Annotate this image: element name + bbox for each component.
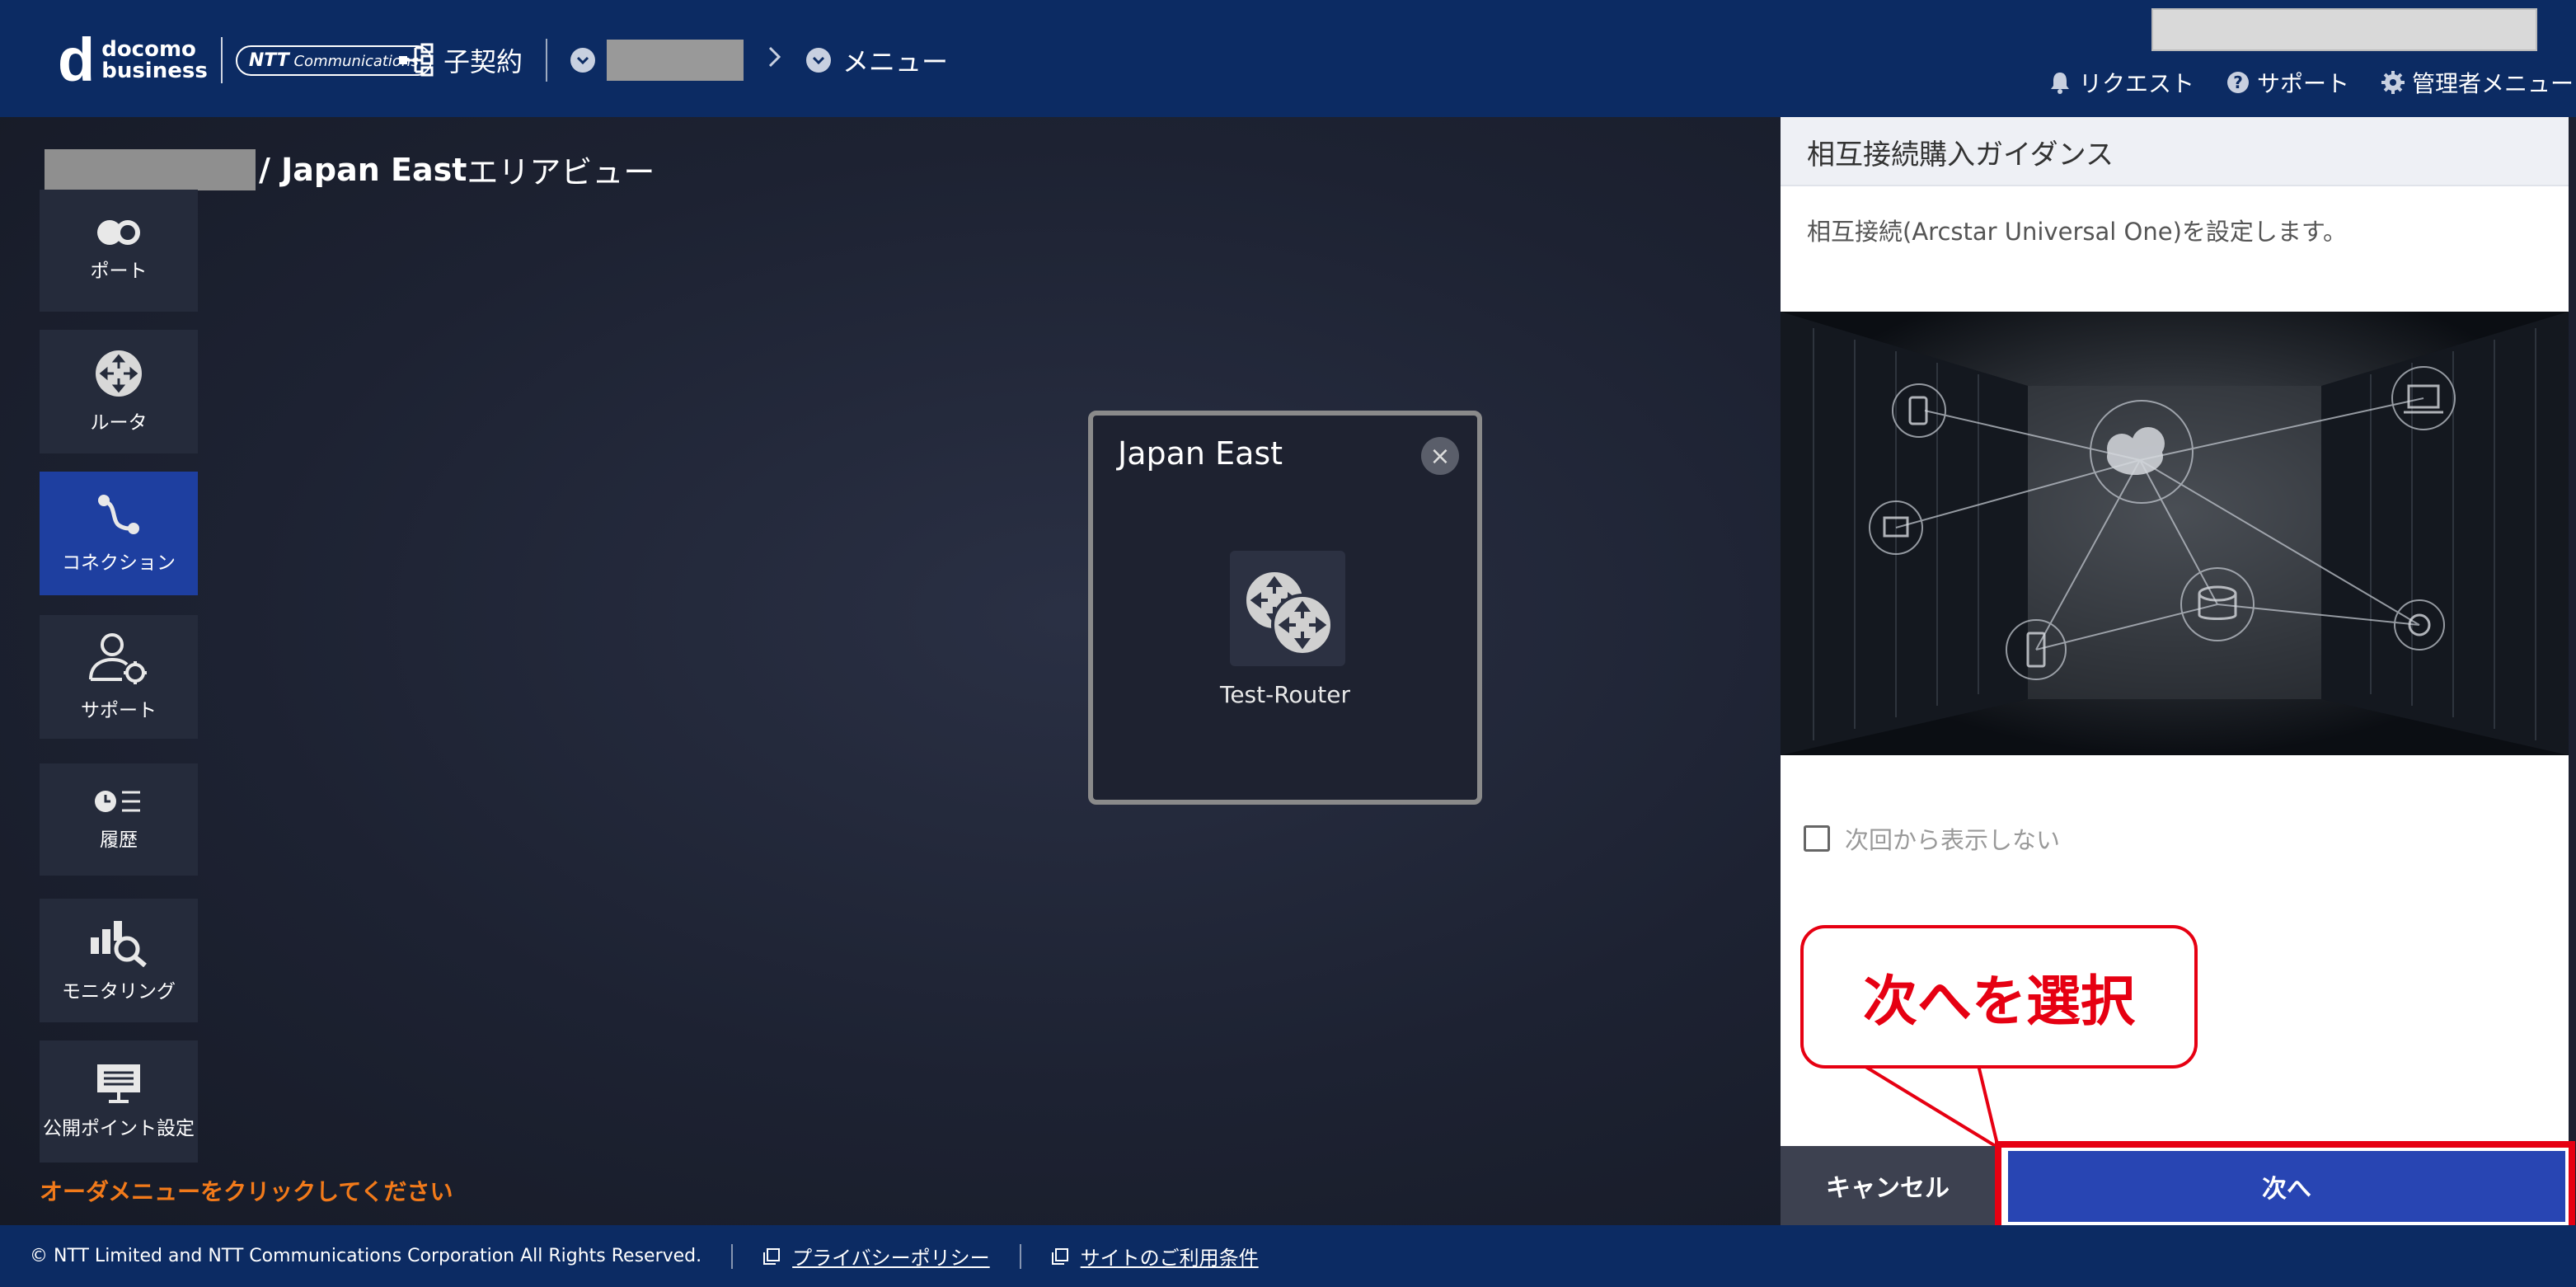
sidebar-item-connection[interactable]: コネクション (40, 472, 198, 595)
dont-show-again-checkbox[interactable] (1804, 825, 1830, 852)
sidebar-item-label: サポート (81, 700, 157, 721)
connection-icon (98, 495, 139, 534)
privacy-policy-label: プライバシーポリシー (792, 1247, 990, 1270)
area-popup-japan-east: Japan East × Test-Router (1088, 411, 1482, 805)
nav-admin-menu[interactable]: 管理者メニュー (2381, 66, 2574, 99)
hierarchy-icon (397, 41, 435, 79)
support-user-icon (89, 633, 147, 684)
port-icon (97, 220, 140, 245)
logo-d-mark: d (58, 26, 96, 94)
breadcrumb-menu[interactable]: メニュー (842, 41, 948, 79)
chevron-down-icon[interactable] (570, 48, 596, 73)
terms-of-use-label: サイトのご利用条件 (1080, 1247, 1259, 1270)
router-name[interactable]: Test-Router (1093, 681, 1477, 708)
nav-admin-menu-label: 管理者メニュー (2412, 70, 2574, 97)
help-icon: ? (2227, 72, 2250, 93)
nav-request-label: リクエスト (2079, 70, 2195, 97)
copyright-text: © NTT Limited and NTT Communications Cor… (30, 1246, 702, 1266)
monitoring-icon (91, 921, 147, 967)
svg-text:?: ? (2233, 73, 2243, 92)
logo-line-business: business (101, 59, 208, 83)
top-nav: リクエスト ? サポート 管理者メニュー (2048, 64, 2574, 101)
popup-title: Japan East (1118, 435, 1283, 472)
footer: © NTT Limited and NTT Communications Cor… (0, 1225, 2576, 1287)
breadcrumb: 子契約 メニュー (397, 39, 948, 82)
breadcrumb-separator (546, 39, 548, 82)
sidebar-item-label: 公開ポイント設定 (43, 1118, 195, 1139)
sidebar-item-label: コネクション (62, 552, 176, 574)
logo-wordmark: docomo business (101, 39, 208, 82)
external-link-icon (763, 1247, 781, 1265)
logo-divider (220, 37, 223, 83)
chevron-down-icon[interactable] (806, 48, 832, 73)
nav-support[interactable]: ? サポート (2226, 66, 2349, 99)
app-root: d docomo business NTT Communications 子契約… (0, 0, 2576, 1287)
docomo-business-logo[interactable]: d docomo business NTT Communications (58, 30, 432, 91)
bell-icon (2051, 73, 2069, 94)
sidebar-item-monitoring[interactable]: モニタリング (40, 899, 198, 1022)
next-button[interactable]: 次へ (2008, 1151, 2565, 1222)
router-tile[interactable] (1230, 551, 1345, 666)
area-title-suffix: エリアビュー (467, 154, 655, 190)
dont-show-again-label: 次回から表示しない (1845, 826, 2061, 854)
page-title: / Japan East エリアビュー (45, 147, 655, 192)
dont-show-again-row[interactable]: 次回から表示しない (1804, 821, 2060, 856)
sidebar-item-label: ルータ (90, 412, 148, 434)
sidebar-item-router[interactable]: ルータ (40, 330, 198, 453)
router-pair-icon (1243, 569, 1334, 656)
data-center-illustration (1781, 312, 2569, 755)
callout-tail (1861, 1064, 2001, 1152)
router-icon (96, 350, 142, 397)
chevron-right-icon (767, 45, 783, 76)
close-icon[interactable]: × (1421, 437, 1459, 475)
cancel-button[interactable]: キャンセル (1781, 1146, 1995, 1225)
instruction-callout: 次へを選択 (1800, 925, 2198, 1069)
sidebar-item-history[interactable]: 履歴 (40, 763, 198, 876)
external-link-icon (1051, 1247, 1068, 1265)
nav-request[interactable]: リクエスト (2048, 66, 2194, 99)
sidebar-item-port[interactable]: ポート (40, 190, 198, 312)
gear-icon (2381, 71, 2405, 94)
nav-support-label: サポート (2257, 70, 2350, 97)
sidebar-item-label: ポート (90, 261, 148, 282)
terms-of-use-link[interactable]: サイトのご利用条件 (1051, 1242, 1259, 1271)
area-canvas[interactable] (0, 117, 1781, 1225)
footer-separator (731, 1243, 734, 1269)
public-point-icon (97, 1064, 140, 1103)
redacted-account-box[interactable] (2151, 8, 2537, 51)
breadcrumb-redacted-name[interactable] (607, 40, 744, 81)
sidebar-item-support[interactable]: サポート (40, 615, 198, 739)
sidebar-item-label: モニタリング (62, 981, 176, 1003)
top-header: d docomo business NTT Communications 子契約… (0, 0, 2576, 117)
ntt-badge-bold: NTT (248, 49, 289, 71)
panel-header: 相互接続購入ガイダンス (1781, 117, 2569, 186)
privacy-policy-link[interactable]: プライバシーポリシー (762, 1242, 990, 1271)
footer-separator (1019, 1243, 1021, 1269)
sidebar-item-public-point[interactable]: 公開ポイント設定 (40, 1040, 198, 1163)
logo-line-docomo: docomo (101, 37, 196, 62)
callout-text: 次へを選択 (1863, 970, 2135, 1033)
breadcrumb-contract[interactable]: 子契約 (443, 41, 523, 79)
sidebar-item-label: 履歴 (100, 829, 138, 851)
area-title-region: / Japan East (259, 151, 467, 188)
panel-description: 相互接続(Arcstar Universal One)を設定します。 (1807, 218, 2347, 246)
redacted-contract-name (45, 148, 256, 190)
panel-title: 相互接続購入ガイダンス (1807, 139, 2114, 171)
order-menu-hint: オーダメニューをクリックしてください (40, 1178, 453, 1205)
history-icon (95, 791, 140, 812)
